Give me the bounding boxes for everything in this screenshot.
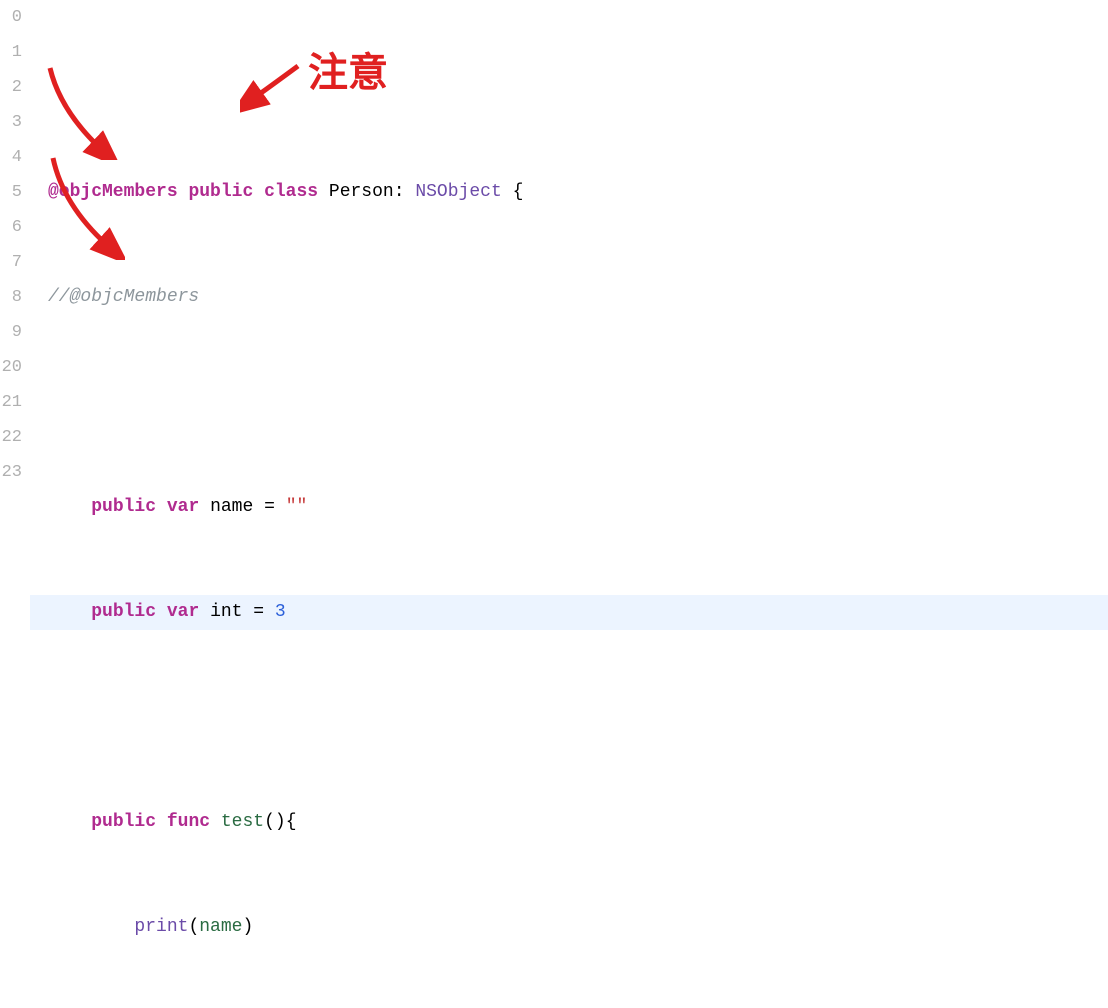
typename: NSObject xyxy=(415,182,501,202)
line-number: 21 xyxy=(0,385,22,420)
line-gutter: 0 1 2 3 4 5 6 7 8 9 20 21 22 23 xyxy=(0,0,30,504)
code-line[interactable]: @objcMembers public class Person: NSObje… xyxy=(30,175,1108,210)
comment: //@objcMembers xyxy=(48,287,199,307)
keyword: func xyxy=(167,812,210,832)
paren: ) xyxy=(242,917,253,937)
keyword: public xyxy=(91,497,156,517)
identifier: name xyxy=(210,497,253,517)
brace: { xyxy=(513,182,524,202)
code-area[interactable]: @objcMembers public class Person: NSObje… xyxy=(30,0,1108,504)
code-editor[interactable]: 0 1 2 3 4 5 6 7 8 9 20 21 22 23 @objcMem… xyxy=(0,0,1108,504)
string: "" xyxy=(286,497,308,517)
code-line[interactable]: //@objcMembers xyxy=(30,280,1108,315)
funcname: print xyxy=(134,917,188,937)
line-number: 2 xyxy=(0,70,22,105)
line-number: 1 xyxy=(0,35,22,70)
keyword: var xyxy=(167,602,199,622)
keyword: @objcMembers xyxy=(48,182,178,202)
line-number: 7 xyxy=(0,245,22,280)
line-number: 4 xyxy=(0,140,22,175)
line-number: 8 xyxy=(0,280,22,315)
line-number: 9 xyxy=(0,315,22,350)
code-line[interactable] xyxy=(30,70,1108,105)
paren: ( xyxy=(188,917,199,937)
operator: = xyxy=(264,497,275,517)
identifier: name xyxy=(199,917,242,937)
line-number: 0 xyxy=(0,0,22,35)
line-number: 5 xyxy=(0,175,22,210)
number: 3 xyxy=(275,602,286,622)
keyword: public xyxy=(91,602,156,622)
code-line-highlighted[interactable]: public var int = 3 xyxy=(30,595,1108,630)
code-line[interactable]: print(name) xyxy=(30,910,1108,945)
code-line[interactable] xyxy=(30,700,1108,735)
operator: = xyxy=(253,602,264,622)
parens: () xyxy=(264,812,286,832)
line-number: 22 xyxy=(0,420,22,455)
line-number: 6 xyxy=(0,210,22,245)
keyword: var xyxy=(167,497,199,517)
identifier: int xyxy=(210,602,242,622)
line-number: 23 xyxy=(0,455,22,490)
line-number: 3 xyxy=(0,105,22,140)
code-line[interactable]: public func test(){ xyxy=(30,805,1108,840)
keyword: public xyxy=(91,812,156,832)
keyword: public xyxy=(188,182,253,202)
brace: { xyxy=(286,812,297,832)
punctuation: : xyxy=(394,182,405,202)
code-line[interactable] xyxy=(30,385,1108,420)
funcname: test xyxy=(221,812,264,832)
keyword: class xyxy=(264,182,318,202)
line-number: 20 xyxy=(0,350,22,385)
code-line[interactable]: public var name = "" xyxy=(30,490,1108,525)
identifier: Person xyxy=(329,182,394,202)
